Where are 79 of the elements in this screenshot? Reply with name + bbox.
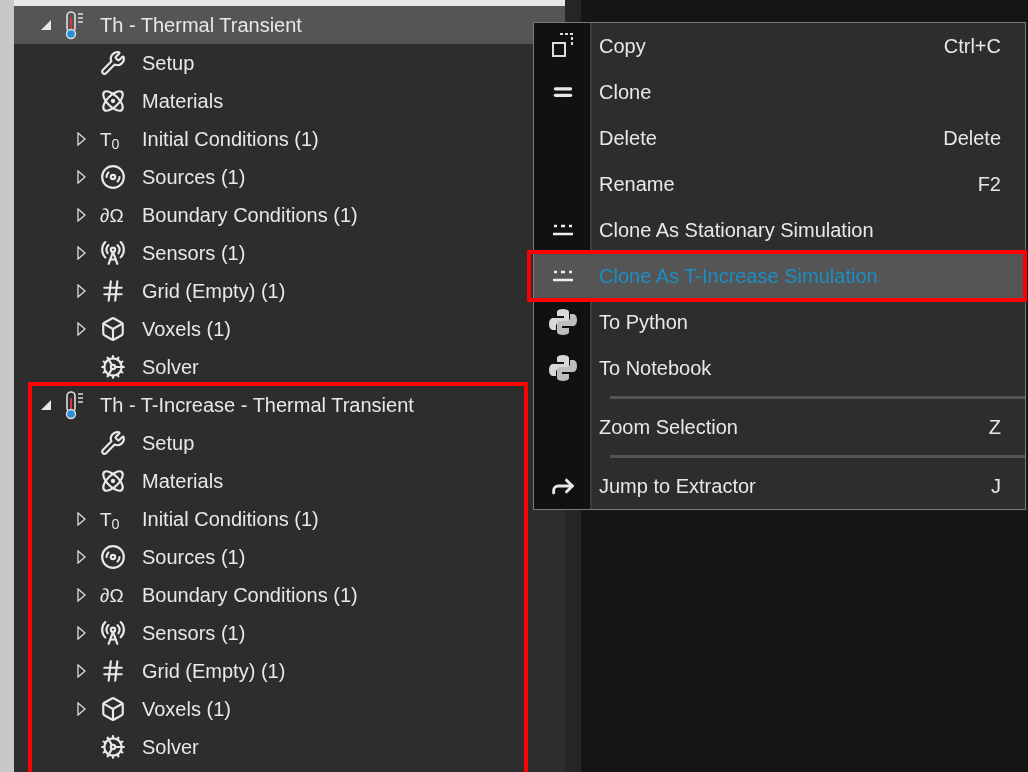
expanded-arrow-icon[interactable] [40, 399, 52, 411]
tree-item-label: Th - T-Increase - Thermal Transient [100, 393, 414, 418]
tree-item-label: Sources (1) [142, 165, 246, 190]
tree-item-label: Sensors (1) [142, 241, 246, 266]
python-icon [547, 306, 579, 338]
collapsed-arrow-icon[interactable] [77, 284, 86, 298]
collapsed-arrow-icon[interactable] [77, 322, 86, 336]
shortcut-label: Delete [943, 126, 1001, 151]
menu-item-label: Clone As Stationary Simulation [599, 218, 874, 243]
collapsed-arrow-icon[interactable] [77, 208, 86, 222]
cube-icon [100, 696, 126, 722]
expanded-arrow-icon[interactable] [40, 19, 52, 31]
menu-item-label: Jump to Extractor [599, 474, 756, 499]
dotted-lines-icon [551, 268, 575, 284]
tree-item-label: Voxels (1) [142, 697, 231, 722]
dotted-lines-icon [551, 222, 575, 238]
collapsed-arrow-icon[interactable] [77, 246, 86, 260]
shortcut-label: J [991, 474, 1001, 499]
tree-item[interactable]: Sensors (1) [14, 614, 565, 652]
tree-item-label: Solver [142, 735, 199, 760]
tree-item-label: Setup [142, 51, 195, 76]
shortcut-label: F2 [977, 172, 1001, 197]
tree-item-label: Sources (1) [142, 545, 246, 570]
tree-item-label: Solver [142, 355, 199, 380]
tree-item-label: Initial Conditions (1) [142, 127, 319, 152]
tree-item-label: Materials [142, 89, 224, 114]
atom-icon [100, 88, 126, 114]
menu-item-label: Rename [599, 172, 675, 197]
collapsed-arrow-icon[interactable] [77, 170, 86, 184]
shortcut-label: Ctrl+C [943, 34, 1001, 59]
tree-item[interactable]: Sources (1) [14, 538, 565, 576]
symbol-icon: T$_{0}$ [100, 509, 130, 529]
copy-icon [550, 32, 576, 60]
wrench-icon [100, 50, 126, 76]
tree-item-label: Grid (Empty) (1) [142, 279, 286, 304]
antenna-icon [100, 240, 126, 266]
collapsed-arrow-icon[interactable] [77, 626, 86, 640]
wrench-icon [100, 430, 126, 456]
tree-item-label: Boundary Conditions (1) [142, 583, 358, 608]
menu-item-label: Delete [599, 126, 657, 151]
menu-item-label: Clone [599, 80, 652, 105]
tree-item-label: Th - Thermal Transient [100, 13, 302, 38]
tree-item-label: Setup [142, 431, 195, 456]
cube-icon [100, 316, 126, 342]
shortcut-label: Z [988, 415, 1001, 440]
collapsed-arrow-icon[interactable] [77, 702, 86, 716]
tree-item-label: Voxels (1) [142, 317, 231, 342]
collapsed-arrow-icon[interactable] [77, 550, 86, 564]
menu-item-label: To Notebook [599, 356, 712, 381]
tree-item[interactable]: Solver [14, 728, 565, 766]
tree-item-label: Boundary Conditions (1) [142, 203, 358, 228]
tree-item-label: Sensors (1) [142, 621, 246, 646]
tree-item[interactable]: Grid (Empty) (1) [14, 652, 565, 690]
tree-item[interactable]: Th - Thermal Transient [14, 6, 565, 44]
symbol-icon: ∂Ω [100, 585, 130, 605]
grid-icon [100, 658, 126, 684]
tree-item-label: Initial Conditions (1) [142, 507, 319, 532]
collapsed-arrow-icon[interactable] [77, 664, 86, 678]
disc-icon [100, 544, 126, 570]
menu-item-label: To Python [599, 310, 688, 335]
collapsed-arrow-icon[interactable] [77, 588, 86, 602]
tree-item[interactable]: ∂Ω Boundary Conditions (1) [14, 576, 565, 614]
menu-item-label: Clone As T-Increase Simulation [599, 264, 878, 289]
collapsed-arrow-icon[interactable] [77, 512, 86, 526]
menu-item-label: Copy [599, 34, 646, 59]
symbol-icon: T$_{0}$ [100, 129, 130, 149]
antenna-icon [100, 620, 126, 646]
grid-icon [100, 278, 126, 304]
python-icon [547, 352, 579, 384]
tree-item-label: Grid (Empty) (1) [142, 659, 286, 684]
gear-icon [100, 734, 126, 760]
atom-icon [100, 468, 126, 494]
menu-item-label: Zoom Selection [599, 415, 738, 440]
tree-item-label: Materials [142, 469, 224, 494]
disc-icon [100, 164, 126, 190]
tree-item[interactable]: Voxels (1) [14, 690, 565, 728]
collapsed-arrow-icon[interactable] [77, 132, 86, 146]
gear-icon [100, 354, 126, 380]
symbol-icon: ∂Ω [100, 205, 130, 225]
